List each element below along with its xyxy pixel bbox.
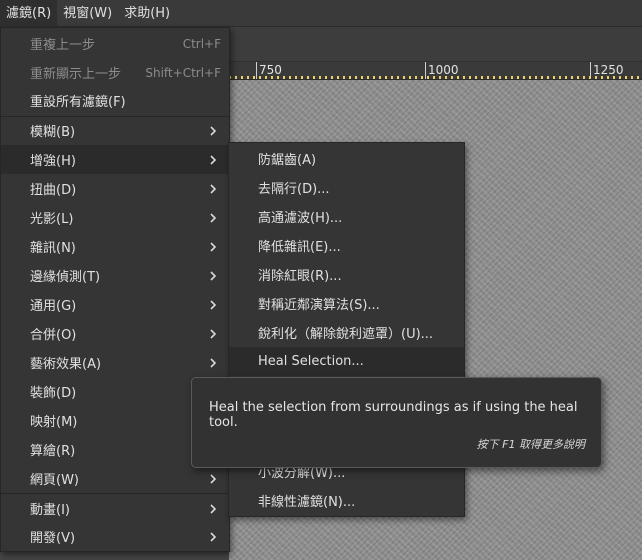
menu-item-web[interactable]: 網頁(W) <box>1 464 229 493</box>
menu-item-heal-selection[interactable]: Heal Selection... <box>229 347 464 376</box>
menu-item-label: 重新顯示上一步 <box>30 67 122 82</box>
menu-item-label: 邊緣偵測(T) <box>30 270 101 285</box>
tooltip-text: Heal the selection from surroundings as … <box>209 400 578 430</box>
menu-item-light-shadow[interactable]: 光影(L) <box>1 203 229 232</box>
chevron-right-icon <box>205 152 221 168</box>
menu-item-artistic[interactable]: 藝術效果(A) <box>1 348 229 377</box>
chevron-right-icon <box>205 123 221 139</box>
chevron-right-icon <box>205 326 221 342</box>
menu-item-red-eye-removal[interactable]: 消除紅眼(R)... <box>229 260 464 289</box>
menu-item-symmetric-nearest-neighbor[interactable]: 對稱近鄰演算法(S)... <box>229 289 464 318</box>
menu-item-shortcut: Ctrl+F <box>182 36 221 51</box>
menu-item-label: 動畫(I) <box>30 503 70 518</box>
menu-item-label: 網頁(W) <box>30 473 79 488</box>
menu-item-label: 扭曲(D) <box>30 183 77 198</box>
menu-item-label: 光影(L) <box>30 212 74 227</box>
menu-item-animation[interactable]: 動畫(I) <box>1 494 229 523</box>
chevron-right-icon <box>205 210 221 226</box>
menu-item-combine[interactable]: 合併(O) <box>1 319 229 348</box>
menu-item-label: 通用(G) <box>30 299 77 314</box>
menu-item-enhance[interactable]: 增強(H) <box>1 145 229 174</box>
menubar: 濾鏡(R) 視窗(W) 求助(H) <box>0 0 642 27</box>
menu-item-label: 非線性濾鏡(N)... <box>258 495 356 510</box>
tooltip-help-hint: 按下 F1 取得更多說明 <box>476 438 585 451</box>
menu-item-edge-detect[interactable]: 邊緣偵測(T) <box>1 261 229 290</box>
menu-item-label: 重複上一步 <box>30 38 96 53</box>
chevron-right-icon <box>205 471 221 487</box>
menu-item-label: 增強(H) <box>30 154 76 169</box>
menu-item-sharpen-unsharp-mask[interactable]: 銳利化（解除銳利遮罩）(U)... <box>229 318 464 347</box>
menu-item-label: 消除紅眼(R)... <box>258 269 342 284</box>
chevron-right-icon <box>205 181 221 197</box>
chevron-right-icon <box>205 529 221 545</box>
menu-item-antialias[interactable]: 防鋸齒(A) <box>229 144 464 173</box>
menu-item-shortcut: Shift+Ctrl+F <box>145 65 221 80</box>
menu-item-label: 雜訊(N) <box>30 241 76 256</box>
menu-item-label: Heal Selection... <box>258 354 364 369</box>
filters-menu: 重複上一步 Ctrl+F 重新顯示上一步 Shift+Ctrl+F 重設所有濾鏡… <box>0 27 230 552</box>
chevron-right-icon <box>205 297 221 313</box>
menubar-filters[interactable]: 濾鏡(R) <box>0 0 58 27</box>
menu-item-noise-reduction[interactable]: 降低雜訊(E)... <box>229 231 464 260</box>
horizontal-ruler[interactable]: 750 1000 1250 <box>229 62 642 80</box>
menu-item-label: 算繪(R) <box>30 444 76 459</box>
menu-item-label: 藝術效果(A) <box>30 357 102 372</box>
menu-item-label: 銳利化（解除銳利遮罩）(U)... <box>258 327 434 342</box>
menu-item-blur[interactable]: 模糊(B) <box>1 116 229 145</box>
menu-item-nonlinear-filter[interactable]: 非線性濾鏡(N)... <box>229 486 464 515</box>
menu-item-label: 高通濾波(H)... <box>258 211 343 226</box>
ruler-label: 1250 <box>593 63 624 77</box>
menu-item-label: 降低雜訊(E)... <box>258 240 341 255</box>
menu-item-label: 重設所有濾鏡(F) <box>30 95 126 110</box>
chevron-right-icon <box>205 239 221 255</box>
menu-item-label: 對稱近鄰演算法(S)... <box>258 298 380 313</box>
menubar-windows[interactable]: 視窗(W) <box>57 0 118 27</box>
menu-item-repeat-last[interactable]: 重複上一步 Ctrl+F <box>1 29 229 58</box>
menu-item-label: 去隔行(D)... <box>258 182 330 197</box>
menu-item-label: 防鋸齒(A) <box>258 153 317 168</box>
ruler-label: 1000 <box>428 63 459 77</box>
menubar-help[interactable]: 求助(H) <box>118 0 176 27</box>
menu-item-high-pass[interactable]: 高通濾波(H)... <box>229 202 464 231</box>
menu-item-development[interactable]: 開發(V) <box>1 522 229 551</box>
menu-item-distorts[interactable]: 扭曲(D) <box>1 174 229 203</box>
ruler-markers <box>229 76 642 79</box>
tooltip: Heal the selection from surroundings as … <box>191 377 602 468</box>
chevron-right-icon <box>205 501 221 517</box>
ruler-label: 750 <box>259 63 282 77</box>
menu-item-label: 開發(V) <box>30 531 76 546</box>
menu-item-noise[interactable]: 雜訊(N) <box>1 232 229 261</box>
chevron-right-icon <box>205 355 221 371</box>
menu-item-label: 映射(M) <box>30 415 78 430</box>
chevron-right-icon <box>205 268 221 284</box>
menu-item-label: 模糊(B) <box>30 125 76 140</box>
menu-item-deinterlace[interactable]: 去隔行(D)... <box>229 173 464 202</box>
menu-item-reset-all-filters[interactable]: 重設所有濾鏡(F) <box>1 86 229 115</box>
menu-item-generic[interactable]: 通用(G) <box>1 290 229 319</box>
menu-item-label: 裝飾(D) <box>30 386 77 401</box>
menu-item-label: 合併(O) <box>30 328 77 343</box>
menu-item-reshow-last[interactable]: 重新顯示上一步 Shift+Ctrl+F <box>1 58 229 87</box>
